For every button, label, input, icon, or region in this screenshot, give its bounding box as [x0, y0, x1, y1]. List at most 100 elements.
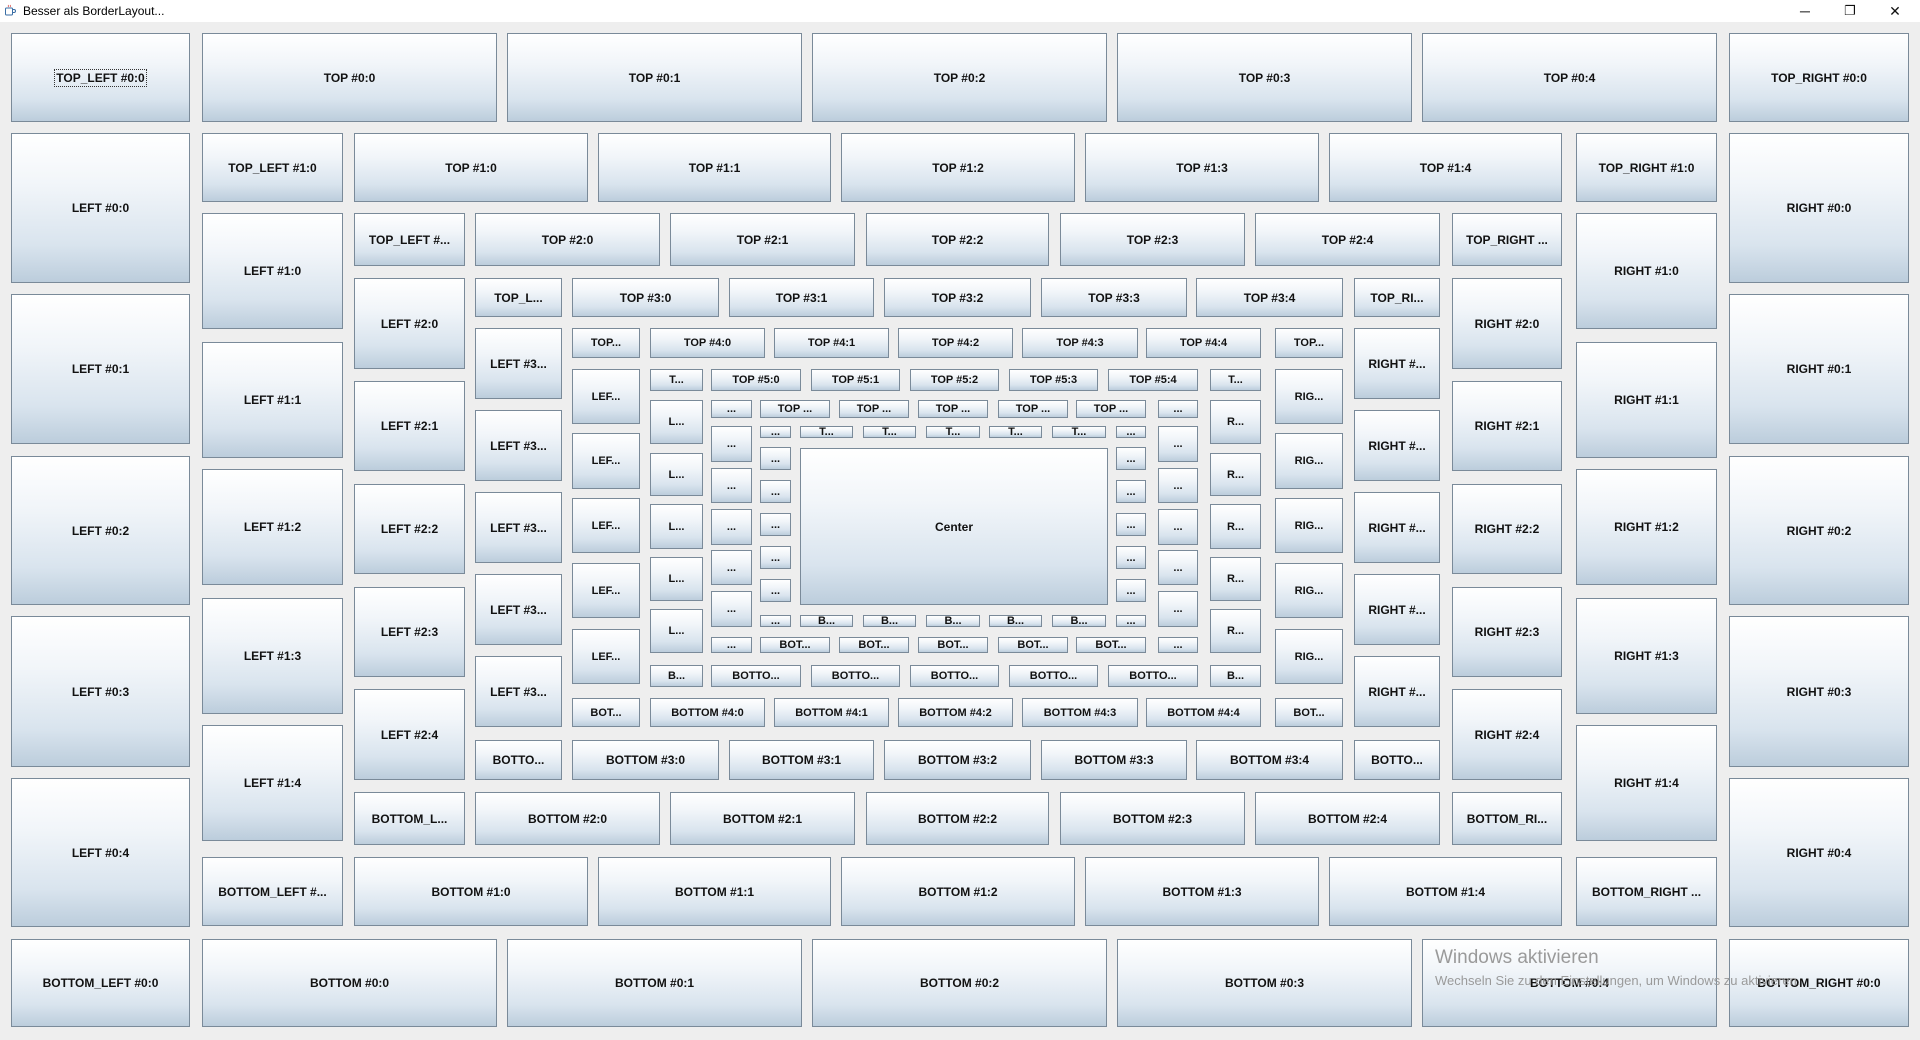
top-1-button-4[interactable]: TOP #1:3	[1085, 133, 1319, 202]
bottom-4-button-2[interactable]: BOTTOM #4:1	[774, 698, 889, 727]
right-2-button-0[interactable]: RIGHT #2:0	[1452, 278, 1562, 369]
bottom-7-button-1[interactable]: B...	[800, 615, 853, 627]
left-5-button-0[interactable]: L...	[650, 400, 703, 444]
bottom-4-button-5[interactable]: BOTTOM #4:4	[1146, 698, 1261, 727]
top-7-button-5[interactable]: T...	[1052, 426, 1106, 438]
left-1-button-3[interactable]: LEFT #1:3	[202, 598, 343, 714]
left-1-button-0[interactable]: LEFT #1:0	[202, 213, 343, 329]
right-4-button-0[interactable]: RIG...	[1275, 369, 1343, 424]
top-3-button-0[interactable]: TOP_L...	[475, 278, 562, 317]
left-3-button-1[interactable]: LEFT #3...	[475, 410, 562, 481]
top-5-button-1[interactable]: TOP #5:0	[711, 369, 801, 391]
left-7-button-2[interactable]: ...	[760, 513, 791, 536]
right-3-button-2[interactable]: RIGHT #...	[1354, 492, 1440, 563]
top-3-button-1[interactable]: TOP #3:0	[572, 278, 719, 317]
bottom-5-button-1[interactable]: BOTTO...	[711, 665, 801, 687]
left-4-button-1[interactable]: LEF...	[572, 433, 640, 489]
bottom-3-button-0[interactable]: BOTTO...	[475, 740, 562, 780]
left-2-button-0[interactable]: LEFT #2:0	[354, 278, 465, 369]
right-5-button-0[interactable]: R...	[1210, 400, 1261, 444]
bottom-5-button-6[interactable]: B...	[1210, 665, 1261, 687]
top-1-button-2[interactable]: TOP #1:1	[598, 133, 831, 202]
top-7-button-6[interactable]: ...	[1116, 426, 1146, 438]
left-0-button-1[interactable]: LEFT #0:1	[11, 294, 190, 444]
bottom-5-button-4[interactable]: BOTTO...	[1009, 665, 1098, 687]
bottom-3-button-2[interactable]: BOTTOM #3:1	[729, 740, 874, 780]
top-4-button-1[interactable]: TOP #4:0	[650, 328, 765, 358]
top-0-button-3[interactable]: TOP #0:2	[812, 33, 1107, 122]
top-4-button-0[interactable]: TOP...	[572, 328, 640, 358]
right-0-button-0[interactable]: RIGHT #0:0	[1729, 133, 1909, 283]
right-2-button-2[interactable]: RIGHT #2:2	[1452, 484, 1562, 574]
left-2-button-3[interactable]: LEFT #2:3	[354, 587, 465, 677]
bottom-1-button-4[interactable]: BOTTOM #1:3	[1085, 857, 1319, 926]
top-6-button-5[interactable]: TOP ...	[1076, 400, 1146, 418]
right-3-button-3[interactable]: RIGHT #...	[1354, 574, 1440, 645]
bottom-6-button-4[interactable]: BOT...	[998, 637, 1068, 653]
right-4-button-4[interactable]: RIG...	[1275, 629, 1343, 684]
right-6-button-1[interactable]: ...	[1158, 468, 1198, 503]
right-6-button-0[interactable]: ...	[1158, 426, 1198, 462]
right-7-button-4[interactable]: ...	[1116, 579, 1146, 602]
left-7-button-4[interactable]: ...	[760, 579, 791, 602]
bottom-5-button-2[interactable]: BOTTO...	[811, 665, 900, 687]
bottom-6-button-2[interactable]: BOT...	[839, 637, 909, 653]
right-4-button-3[interactable]: RIG...	[1275, 563, 1343, 618]
bottom-1-button-0[interactable]: BOTTOM_LEFT #...	[202, 857, 343, 926]
right-7-button-1[interactable]: ...	[1116, 480, 1146, 503]
top-6-button-1[interactable]: TOP ...	[760, 400, 830, 418]
top-6-button-6[interactable]: ...	[1158, 400, 1198, 418]
right-0-button-1[interactable]: RIGHT #0:1	[1729, 294, 1909, 444]
right-2-button-1[interactable]: RIGHT #2:1	[1452, 381, 1562, 471]
top-2-button-1[interactable]: TOP #2:0	[475, 213, 660, 266]
left-2-button-2[interactable]: LEFT #2:2	[354, 484, 465, 574]
bottom-3-button-1[interactable]: BOTTOM #3:0	[572, 740, 719, 780]
bottom-4-button-4[interactable]: BOTTOM #4:3	[1022, 698, 1138, 727]
bottom-6-button-6[interactable]: ...	[1158, 637, 1198, 653]
top-2-button-4[interactable]: TOP #2:3	[1060, 213, 1245, 266]
right-4-button-1[interactable]: RIG...	[1275, 433, 1343, 489]
top-7-button-3[interactable]: T...	[926, 426, 980, 438]
bottom-0-button-1[interactable]: BOTTOM #0:0	[202, 939, 497, 1027]
right-6-button-2[interactable]: ...	[1158, 509, 1198, 545]
left-4-button-4[interactable]: LEF...	[572, 629, 640, 684]
top-4-button-6[interactable]: TOP...	[1275, 328, 1343, 358]
left-2-button-4[interactable]: LEFT #2:4	[354, 689, 465, 780]
left-1-button-1[interactable]: LEFT #1:1	[202, 342, 343, 458]
left-6-button-3[interactable]: ...	[711, 550, 752, 585]
bottom-7-button-6[interactable]: ...	[1116, 615, 1146, 627]
bottom-3-button-4[interactable]: BOTTOM #3:3	[1041, 740, 1187, 780]
top-3-button-4[interactable]: TOP #3:3	[1041, 278, 1187, 317]
bottom-2-button-3[interactable]: BOTTOM #2:2	[866, 792, 1049, 845]
top-5-button-2[interactable]: TOP #5:1	[811, 369, 900, 391]
right-2-button-4[interactable]: RIGHT #2:4	[1452, 689, 1562, 780]
top-1-button-0[interactable]: TOP_LEFT #1:0	[202, 133, 343, 202]
right-7-button-2[interactable]: ...	[1116, 513, 1146, 536]
bottom-3-button-5[interactable]: BOTTOM #3:4	[1196, 740, 1343, 780]
bottom-1-button-2[interactable]: BOTTOM #1:1	[598, 857, 831, 926]
bottom-0-button-6[interactable]: BOTTOM_RIGHT #0:0	[1729, 939, 1909, 1027]
top-3-button-2[interactable]: TOP #3:1	[729, 278, 874, 317]
left-6-button-0[interactable]: ...	[711, 426, 752, 462]
right-1-button-2[interactable]: RIGHT #1:2	[1576, 469, 1717, 585]
maximize-button[interactable]: ❐	[1827, 0, 1873, 22]
left-6-button-4[interactable]: ...	[711, 591, 752, 627]
right-1-button-0[interactable]: RIGHT #1:0	[1576, 213, 1717, 329]
right-5-button-1[interactable]: R...	[1210, 453, 1261, 496]
bottom-0-button-0[interactable]: BOTTOM_LEFT #0:0	[11, 939, 190, 1027]
top-3-button-5[interactable]: TOP #3:4	[1196, 278, 1343, 317]
left-6-button-1[interactable]: ...	[711, 468, 752, 503]
left-1-button-2[interactable]: LEFT #1:2	[202, 469, 343, 585]
left-0-button-3[interactable]: LEFT #0:3	[11, 616, 190, 767]
left-3-button-3[interactable]: LEFT #3...	[475, 574, 562, 645]
right-6-button-4[interactable]: ...	[1158, 591, 1198, 627]
top-5-button-5[interactable]: TOP #5:4	[1108, 369, 1198, 391]
top-1-button-6[interactable]: TOP_RIGHT #1:0	[1576, 133, 1717, 202]
top-3-button-6[interactable]: TOP_RI...	[1354, 278, 1440, 317]
top-0-button-2[interactable]: TOP #0:1	[507, 33, 802, 122]
bottom-0-button-3[interactable]: BOTTOM #0:2	[812, 939, 1107, 1027]
right-0-button-2[interactable]: RIGHT #0:2	[1729, 456, 1909, 605]
bottom-2-button-1[interactable]: BOTTOM #2:0	[475, 792, 660, 845]
bottom-6-button-5[interactable]: BOT...	[1076, 637, 1146, 653]
right-7-button-0[interactable]: ...	[1116, 447, 1146, 470]
